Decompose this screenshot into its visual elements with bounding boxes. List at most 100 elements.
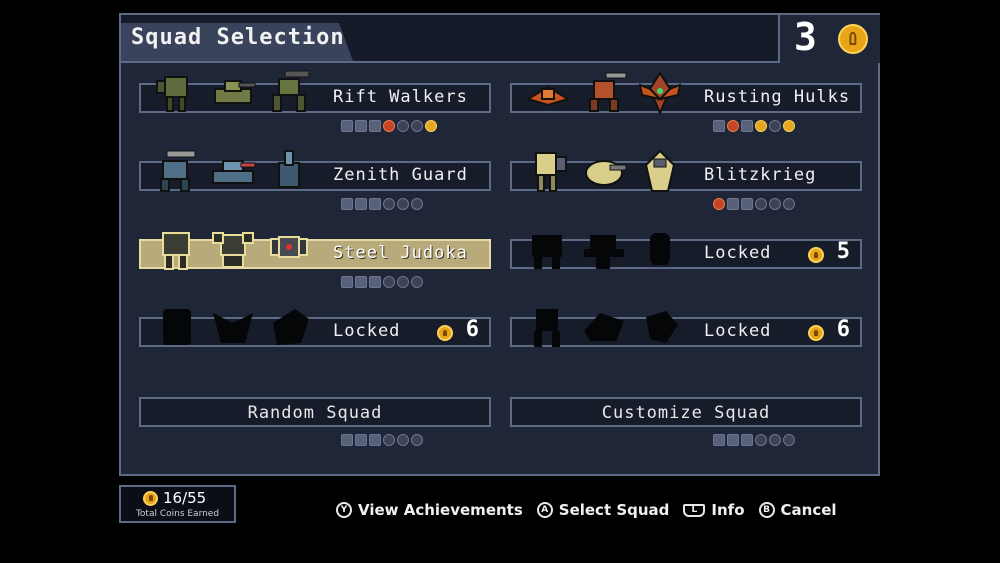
customize-squad-button[interactable]: Customize Squad [510,397,862,427]
mech-silhouette-icon [584,235,624,269]
total-coins-box: 16/55 Total Coins Earned [119,485,236,523]
hint-cancel[interactable]: B Cancel [758,501,837,519]
mech-icon [589,72,627,112]
coin-icon [808,325,824,341]
medal-icon [355,434,367,446]
medal-icon [397,276,409,288]
medal-row [341,197,423,211]
squad-blitzkrieg[interactable]: Blitzkrieg [510,149,862,192]
squad-rift-walkers[interactable]: Rift Walkers [139,70,491,113]
hint-select-squad[interactable]: A Select Squad [536,501,669,519]
squad-locked-2[interactable]: Locked 6 [139,309,491,347]
medal-icon [783,120,795,132]
medal-row [341,119,437,133]
button-hints: Y View Achievements A Select Squad L Inf… [336,498,841,522]
medal-icon [727,120,739,132]
squad-name: Locked [704,243,772,263]
hint-label: View Achievements [358,501,523,519]
mech-icon [272,70,310,112]
medal-icon [355,120,367,132]
squad-rusting-hulks[interactable]: Rusting Hulks [510,71,862,116]
title-tab: Squad Selection [121,23,353,61]
hint-info[interactable]: L Info [683,501,745,519]
squad-steel-judoka[interactable]: Steel Judoka [139,232,491,270]
medal-icon [741,120,753,132]
medal-icon [783,434,795,446]
squad-locked-1[interactable]: Locked 5 [510,233,862,269]
squad-zenith-guard[interactable]: Zenith Guard [139,150,491,192]
title-bar: Squad Selection 3 [121,15,880,63]
mech-icon [160,150,196,192]
mech-icon [525,85,571,107]
medal-icon [341,198,353,210]
squad-name: Blitzkrieg [704,165,817,185]
hint-view-achievements[interactable]: Y View Achievements [336,501,523,519]
medal-icon [411,198,423,210]
medal-icon [383,198,395,210]
total-coins-value: 16/55 [163,489,207,507]
mech-icon [644,149,676,192]
mech-icon [638,71,682,116]
mech-icon [535,152,567,192]
mech-silhouette-icon [532,235,562,269]
medal-icon [783,198,795,210]
mech-group [524,69,694,119]
medal-row [341,275,423,289]
mech-icon [212,232,254,268]
medal-icon [397,434,409,446]
coin-icon [838,24,868,54]
medal-icon [755,198,767,210]
button-b-icon: B [758,502,775,518]
medal-icon [383,120,395,132]
medal-icon [713,120,725,132]
medal-icon [713,434,725,446]
mech-icon [270,236,308,258]
medal-icon [341,434,353,446]
medal-row [713,119,795,133]
medal-icon [713,198,725,210]
medal-icon [769,198,781,210]
squad-name: Steel Judoka [333,243,468,263]
hint-label: Cancel [780,501,837,519]
mech-silhouette-icon [273,309,309,345]
medal-row [341,433,423,447]
mech-icon [214,80,256,104]
mech-icon [585,160,627,186]
medal-icon [341,120,353,132]
medal-icon [741,198,753,210]
mech-group [153,69,323,119]
medal-icon [755,120,767,132]
medal-icon [397,120,409,132]
medal-icon [383,434,395,446]
medal-icon [727,198,739,210]
random-squad-button[interactable]: Random Squad [139,397,491,427]
medal-icon [369,434,381,446]
random-squad-label: Random Squad [247,403,383,423]
medal-row [713,197,795,211]
coin-icon [143,491,158,506]
mech-silhouette-icon [213,313,253,343]
mech-silhouette-icon [534,309,560,347]
squad-name: Locked [704,321,772,341]
coin-icon [437,325,453,341]
coin-counter: 3 [778,15,880,63]
mech-group [153,303,323,353]
button-a-icon: A [536,502,553,518]
mech-silhouette-icon [584,313,624,341]
medal-icon [411,276,423,288]
medal-icon [411,120,423,132]
squad-locked-3[interactable]: Locked 6 [510,309,862,347]
squad-selection-panel: Squad Selection 3 Rift Walkers Rusting H… [119,13,880,476]
mech-icon [212,160,256,184]
coin-count: 3 [794,15,817,59]
mech-icon [156,76,188,112]
medal-icon [369,120,381,132]
medal-icon [383,276,395,288]
medal-icon [341,276,353,288]
mech-group [524,225,694,275]
squad-name: Locked [333,321,401,341]
mech-group [524,147,694,197]
medal-icon [397,198,409,210]
mech-silhouette-icon [163,309,191,345]
mech-icon [278,150,300,188]
